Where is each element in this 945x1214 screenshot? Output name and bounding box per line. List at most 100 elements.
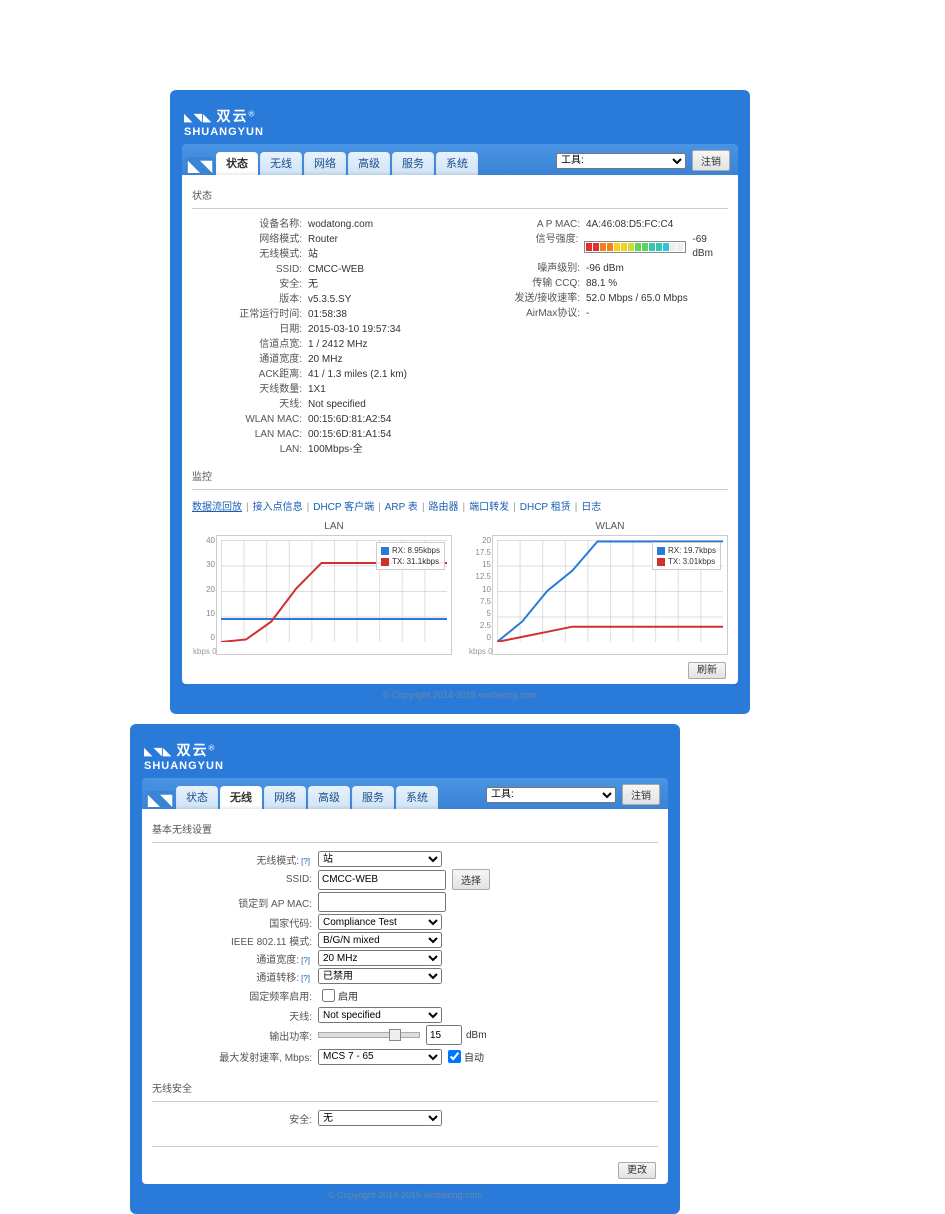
status-label: AirMax协议:	[470, 307, 586, 321]
tools-select[interactable]: 工具:	[556, 153, 686, 169]
country-select[interactable]: Compliance Test	[318, 914, 442, 930]
tab-system[interactable]: 系统	[436, 152, 478, 175]
status-label: 噪声级别:	[470, 262, 586, 276]
kbps-lan: kbps 0	[193, 647, 217, 656]
section-status: 状态	[192, 187, 728, 202]
tools-select[interactable]: 工具:	[486, 787, 616, 803]
help-icon[interactable]: [?]	[299, 974, 312, 983]
status-row: WLAN MAC:00:15:6D:81:A2:54	[192, 413, 450, 427]
chart-wlan: WLAN 2017.51512.5107.552.50 kbps 0 RX: 1…	[492, 535, 728, 655]
status-label: 信道点宽:	[192, 338, 308, 352]
tab-network[interactable]: 网络	[304, 152, 346, 175]
monitor-link[interactable]: 日志	[581, 502, 601, 513]
legend-lan: RX: 8.95kbps TX: 31.1kbps	[376, 542, 445, 570]
status-value: -	[586, 307, 589, 321]
copyright2: © Copyright 2014-2015 wodatong.com	[142, 1184, 668, 1202]
wireless-mode-select[interactable]: 站	[318, 851, 442, 867]
tab-services[interactable]: 服务	[352, 786, 394, 809]
status-value: 2015-03-10 19:57:34	[308, 323, 401, 337]
tab-wireless[interactable]: 无线	[220, 786, 262, 809]
tab-advanced[interactable]: 高级	[308, 786, 350, 809]
tab-network[interactable]: 网络	[264, 786, 306, 809]
ssid-input[interactable]	[318, 870, 446, 890]
chshift-select[interactable]: 已禁用	[318, 968, 442, 984]
status-info: 设备名称:wodatong.com网络模式:Router无线模式:站SSID:C…	[192, 217, 728, 458]
monitor-link[interactable]: 接入点信息	[253, 502, 303, 513]
tab-services[interactable]: 服务	[392, 152, 434, 175]
logo-icon: ◣◥◣	[184, 112, 212, 124]
home-tab[interactable]: ◣◥	[146, 791, 174, 809]
rate-auto-checkbox[interactable]	[448, 1050, 461, 1063]
status-row: 无线模式:站	[192, 248, 450, 262]
status-label: 无线模式:	[192, 248, 308, 262]
monitor-link[interactable]: 路由器	[429, 502, 459, 513]
security-select[interactable]: 无	[318, 1110, 442, 1126]
save-button[interactable]: 更改	[618, 1162, 656, 1179]
help-icon[interactable]: [?]	[299, 857, 312, 866]
tab-status[interactable]: 状态	[176, 786, 218, 809]
status-label: 传输 CCQ:	[470, 277, 586, 291]
home-tab[interactable]: ◣◥	[186, 157, 214, 175]
home-icon: ◣◥	[148, 790, 173, 810]
fixfreq-checkbox[interactable]	[322, 989, 335, 1002]
status-row: AirMax协议:-	[470, 307, 728, 321]
power-input[interactable]	[426, 1025, 462, 1045]
monitor-link[interactable]: 数据流回放	[192, 502, 242, 513]
tabstrip2: ◣◥ 状态 无线 网络 高级 服务 系统 工具: 注销	[142, 778, 668, 809]
status-row: LAN:100Mbps-全	[192, 443, 450, 457]
monitor-links: 数据流回放|接入点信息|DHCP 客户端|ARP 表|路由器|端口转发|DHCP…	[192, 498, 728, 513]
status-value: -96 dBm	[586, 262, 624, 276]
rate-select[interactable]: MCS 7 - 65	[318, 1049, 442, 1065]
chwidth-select[interactable]: 20 MHz	[318, 950, 442, 966]
monitor-link[interactable]: 端口转发	[469, 502, 509, 513]
status-value: 无	[308, 278, 318, 292]
ssid-select-button[interactable]: 选择	[452, 869, 490, 890]
ieee-select[interactable]: B/G/N mixed	[318, 932, 442, 948]
status-label: 信号强度:	[470, 233, 584, 261]
fixfreq-enable-text: 启用	[338, 988, 358, 1003]
status-row: 信号强度:-69 dBm	[470, 233, 728, 261]
lock-ap-input[interactable]	[318, 892, 446, 912]
monitor-link[interactable]: DHCP 客户端	[313, 502, 374, 513]
monitor-link[interactable]: ARP 表	[385, 502, 418, 513]
tab-wireless[interactable]: 无线	[260, 152, 302, 175]
refresh-button[interactable]: 刷新	[688, 662, 726, 679]
status-value: 100Mbps-全	[308, 443, 362, 457]
status-label: 设备名称:	[192, 218, 308, 232]
power-slider[interactable]	[318, 1032, 420, 1038]
status-label: 网络模式:	[192, 233, 308, 247]
legend-wlan: RX: 19.7kbps TX: 3.01kbps	[652, 542, 721, 570]
logo-icon: ◣◥◣	[144, 746, 172, 758]
tab-status[interactable]: 状态	[216, 152, 258, 175]
status-row: LAN MAC:00:15:6D:81:A1:54	[192, 428, 450, 442]
logout-button[interactable]: 注销	[692, 150, 730, 171]
status-label: 天线数量:	[192, 383, 308, 397]
tab-advanced[interactable]: 高级	[348, 152, 390, 175]
lan-rx-label: RX: 8.95kbps	[392, 546, 440, 555]
status-row: 通道宽度:20 MHz	[192, 353, 450, 367]
chart-title-lan: LAN	[217, 521, 451, 532]
brand-en: SHUANGYUN	[184, 126, 264, 138]
status-row: 传输 CCQ:88.1 %	[470, 277, 728, 291]
status-row: 版本:v5.3.5.SY	[192, 293, 450, 307]
help-icon[interactable]: [?]	[299, 956, 312, 965]
status-value: 00:15:6D:81:A2:54	[308, 413, 391, 427]
ieee-label: IEEE 802.11 模式:	[152, 933, 318, 948]
status-row: 安全:无	[192, 278, 450, 292]
antenna-select[interactable]: Not specified	[318, 1007, 442, 1023]
section-monitor: 监控	[192, 468, 728, 483]
antenna-label: 天线:	[152, 1008, 318, 1023]
power-unit: dBm	[466, 1030, 487, 1041]
status-row: 噪声级别:-96 dBm	[470, 262, 728, 276]
status-value: Not specified	[308, 398, 366, 412]
status-label: SSID:	[192, 263, 308, 277]
status-row: 天线:Not specified	[192, 398, 450, 412]
section-basic: 基本无线设置	[152, 821, 658, 836]
monitor-link[interactable]: DHCP 租赁	[520, 502, 571, 513]
logout-button[interactable]: 注销	[622, 784, 660, 805]
signal-meter: -69 dBm	[584, 233, 728, 261]
status-row: SSID:CMCC-WEB	[192, 263, 450, 277]
section-security: 无线安全	[152, 1080, 658, 1095]
tab-system[interactable]: 系统	[396, 786, 438, 809]
status-value: 1X1	[308, 383, 326, 397]
